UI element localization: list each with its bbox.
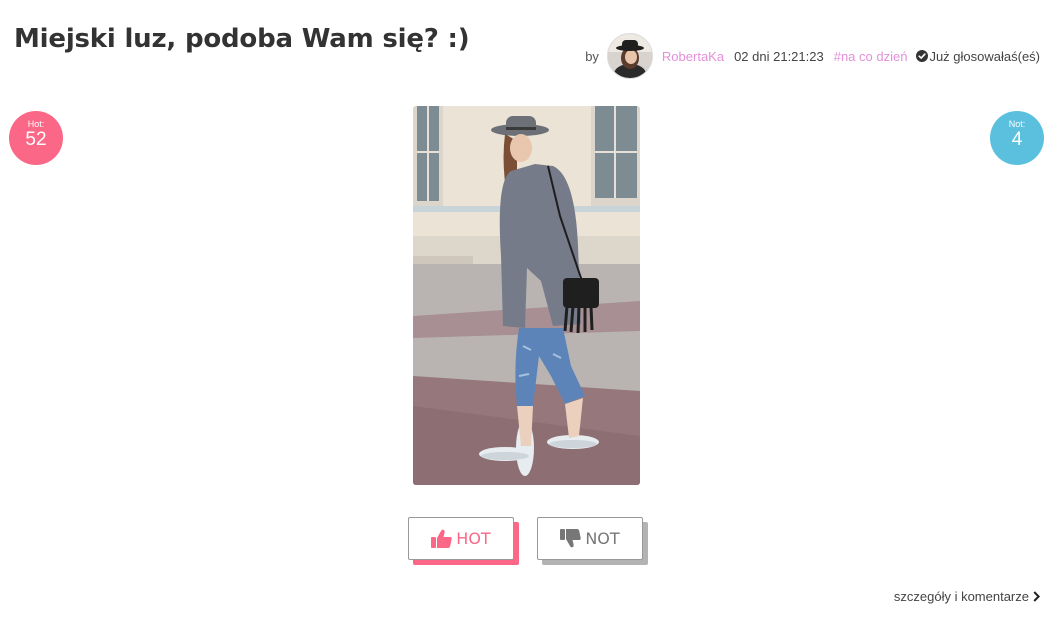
hot-score-badge: Hot: 52 — [9, 111, 63, 165]
hot-score-label: Hot: — [27, 119, 45, 129]
vote-not-button[interactable]: NOT — [537, 517, 643, 560]
not-score-badge: Not: 4 — [990, 111, 1044, 165]
author-avatar[interactable] — [606, 33, 653, 79]
hot-score-count: 52 — [25, 129, 47, 150]
details-comments-label: szczegóły i komentarze — [893, 589, 1029, 604]
post-time: 02 dni 21:21:23 — [734, 48, 824, 64]
by-label: by — [585, 48, 599, 64]
voted-status: Już głosowałaś(eś) — [916, 49, 1040, 64]
not-score-count: 4 — [1011, 129, 1023, 150]
voted-text: Już głosowałaś(eś) — [929, 48, 1040, 64]
category-tag[interactable]: #na co dzień — [834, 49, 908, 64]
vote-not-label: NOT — [585, 529, 620, 548]
not-score-label: Not: — [1008, 119, 1026, 129]
vote-hot-label: HOT — [456, 529, 491, 548]
vote-hot-button[interactable]: HOT — [408, 517, 514, 560]
post-meta: by RobertaKa 02 dni 21:21:23 #na co dzie… — [585, 33, 1040, 79]
check-circle-icon — [916, 50, 929, 62]
thumbs-up-icon — [431, 529, 453, 548]
details-comments-link[interactable]: szczegóły i komentarze — [894, 589, 1040, 604]
thumbs-down-icon — [560, 529, 582, 548]
post-title: Miejski luz, podoba Wam się? :) — [14, 24, 470, 54]
post-photo[interactable] — [413, 106, 640, 485]
chevron-right-icon — [1033, 591, 1040, 602]
author-link[interactable]: RobertaKa — [662, 49, 724, 64]
